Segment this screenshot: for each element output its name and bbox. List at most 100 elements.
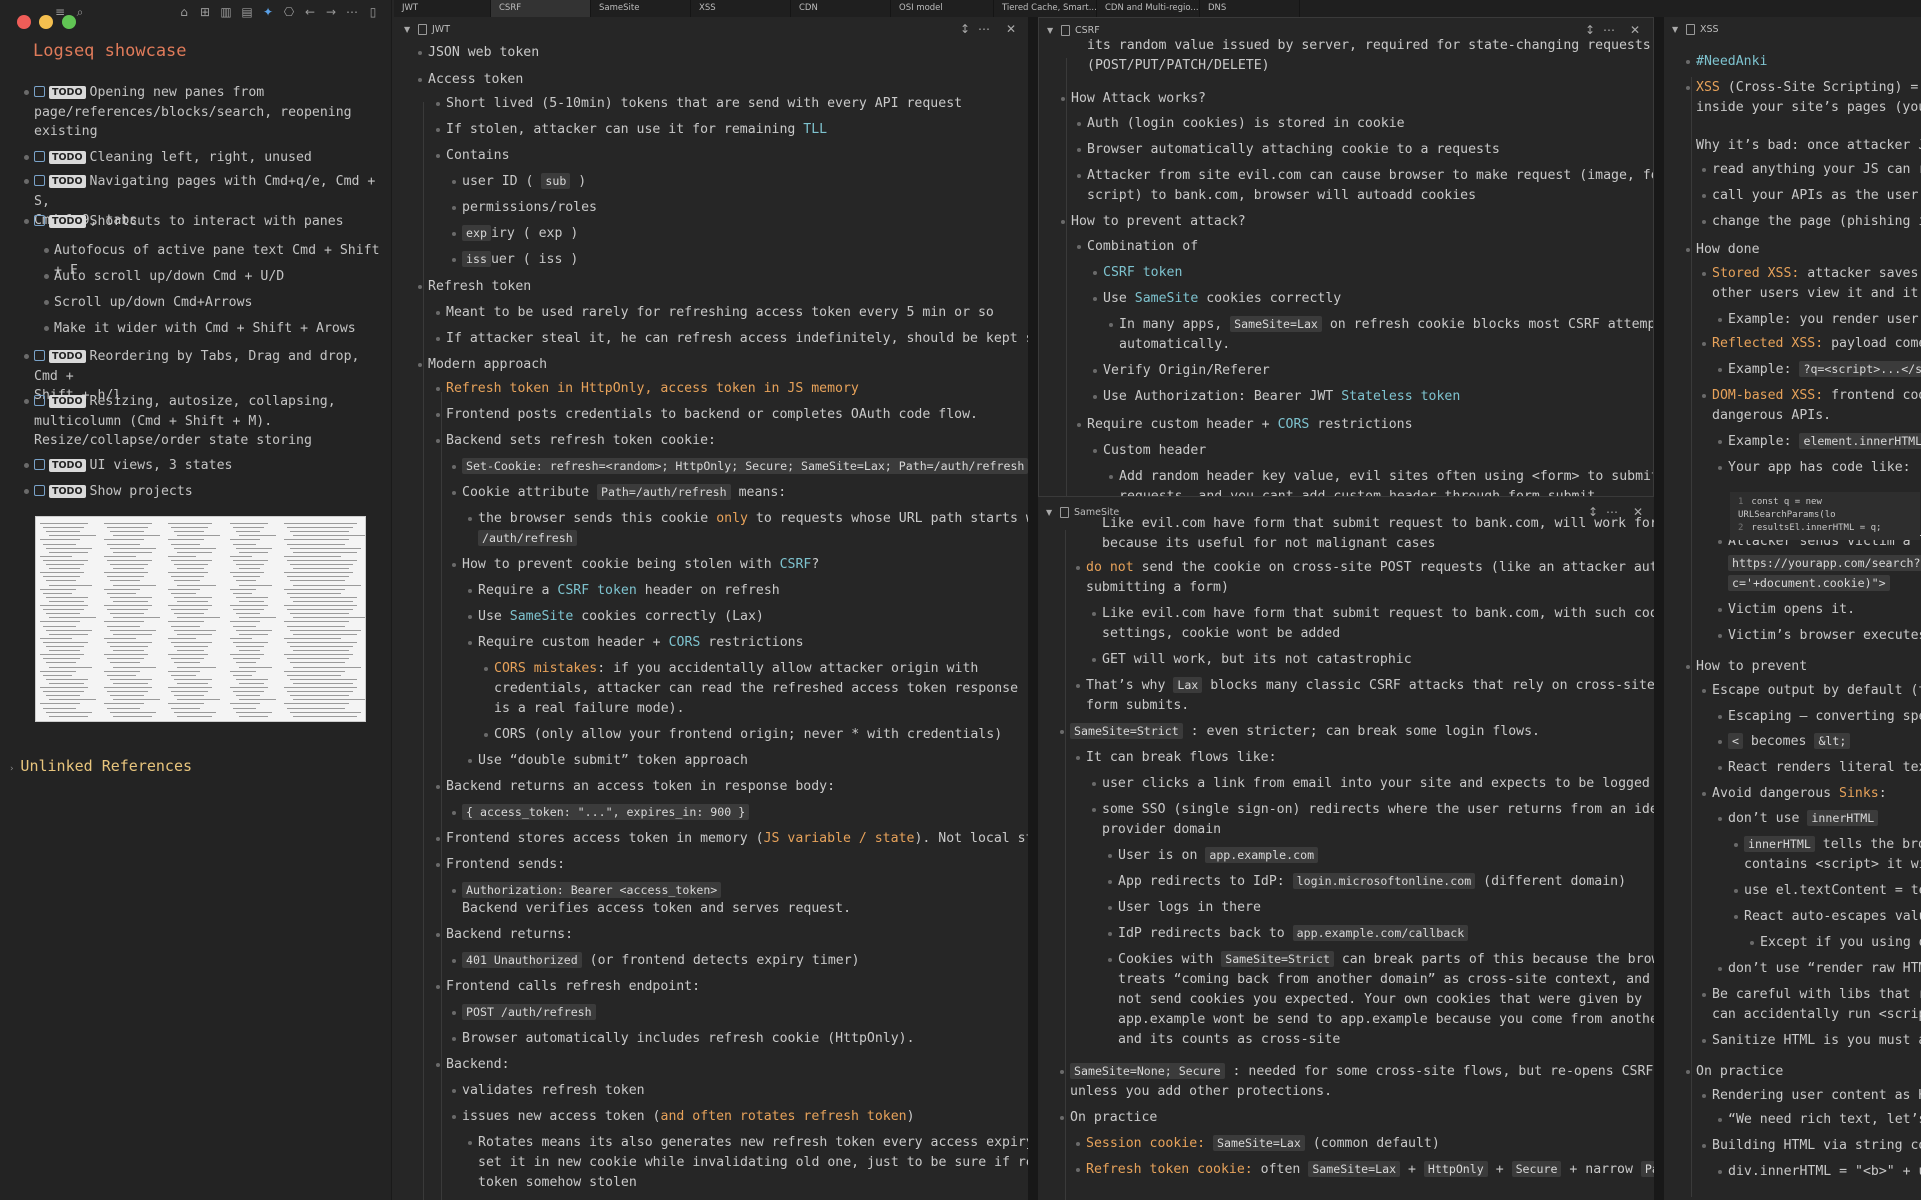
bullet[interactable] <box>452 258 456 262</box>
block-text[interactable]: Modern approach <box>418 355 547 374</box>
tab-6[interactable]: Tiered Cache, Smart... <box>994 0 1097 17</box>
block-text[interactable]: unless you add other protections. <box>1070 1082 1332 1101</box>
block-text[interactable]: submitting a form) <box>1086 578 1229 597</box>
block-text[interactable]: POST /auth/refresh <box>452 1003 596 1022</box>
collapse-icon[interactable]: ▼ <box>1046 508 1052 517</box>
tab-4[interactable]: CDN <box>791 0 891 17</box>
block-text[interactable]: Example: you render user co <box>1718 310 1921 329</box>
bullet[interactable] <box>1718 466 1722 470</box>
block-text[interactable]: XSS (Cross-Site Scripting) = a b <box>1686 78 1921 97</box>
block-text[interactable]: “We need rich text, let’s r <box>1718 1110 1921 1129</box>
bullet[interactable] <box>44 300 49 305</box>
sidebar-block[interactable]: TODO Cleaning left, right, unused <box>24 148 312 168</box>
checkbox[interactable] <box>34 86 45 97</box>
bullet[interactable] <box>1718 440 1722 444</box>
bullet[interactable] <box>1093 395 1097 399</box>
bullet[interactable] <box>468 517 472 521</box>
close-icon[interactable]: ✕ <box>1006 22 1016 36</box>
bullet[interactable] <box>452 491 456 495</box>
block-text[interactable]: In many apps, SameSite=Lax on refresh co… <box>1109 315 1653 334</box>
sidebar-block[interactable]: Auto scroll up/down Cmd + U/D <box>44 267 284 287</box>
bullet[interactable] <box>1076 1142 1080 1146</box>
pane-divider[interactable] <box>1654 17 1664 1200</box>
block-text[interactable]: automatically. <box>1119 335 1230 354</box>
sidebar-block[interactable]: Make it wider with Cmd + Shift + Arows <box>44 319 356 339</box>
block-text[interactable]: How done <box>1686 240 1760 259</box>
bullet[interactable] <box>1076 566 1080 570</box>
block-text[interactable]: Require a CSRF token header on refresh <box>468 581 780 600</box>
block-text[interactable]: Escaping – converting spec <box>1718 707 1921 726</box>
bullet[interactable] <box>1092 808 1096 812</box>
bullet[interactable] <box>418 363 422 367</box>
plugin-icon[interactable]: ✦ <box>260 5 276 19</box>
bullet[interactable] <box>452 465 456 469</box>
collapse-icon[interactable]: ▼ <box>1047 26 1053 35</box>
block-text[interactable]: If attacker steal it, he can refresh acc… <box>436 329 1028 348</box>
block-text[interactable]: Session cookie: SameSite=Lax (common def… <box>1076 1134 1440 1153</box>
bullet[interactable] <box>1702 194 1706 198</box>
block-text[interactable]: Refresh token <box>418 277 531 296</box>
block-text[interactable]: innerHTML tells the brow <box>1734 835 1921 854</box>
block-text[interactable]: Use “double submit” token approach <box>468 751 748 770</box>
bullet[interactable] <box>1718 634 1722 638</box>
bullet[interactable] <box>1734 889 1738 893</box>
bullet[interactable] <box>484 733 488 737</box>
block-text[interactable]: (POST/PUT/PATCH/DELETE) <box>1087 56 1270 75</box>
bullet[interactable] <box>1092 782 1096 786</box>
block-text[interactable]: dangerous APIs. <box>1712 406 1831 425</box>
block-text[interactable]: its random value issued by server, requi… <box>1087 36 1651 55</box>
bullet[interactable] <box>1702 394 1706 398</box>
block-text[interactable]: #NeedAnki <box>1686 52 1767 71</box>
block-text[interactable]: Access token <box>418 70 523 89</box>
block-text[interactable]: form submits. <box>1086 696 1189 715</box>
block-text[interactable]: Browser automatically includes refresh c… <box>452 1029 915 1048</box>
block-text[interactable]: React auto-escapes value <box>1734 907 1921 926</box>
bullet[interactable] <box>1686 86 1690 90</box>
block-text[interactable]: some SSO (single sign-on) redirects wher… <box>1092 800 1654 819</box>
block-text[interactable]: contains <script> it wil <box>1744 855 1921 874</box>
bullet[interactable] <box>1702 993 1706 997</box>
block-text[interactable]: Use Authorization: Bearer JWT Stateless … <box>1093 387 1460 406</box>
block-text[interactable]: User is on app.example.com <box>1108 846 1319 865</box>
block-text[interactable]: other users view it and it run <box>1712 284 1921 303</box>
bullet[interactable] <box>1060 1116 1064 1120</box>
block-text[interactable]: Why it’s bad: once attacker JS r <box>1696 136 1921 155</box>
block-text[interactable]: Attacker from site evil.com can cause br… <box>1077 166 1653 185</box>
bullet[interactable] <box>1718 368 1722 372</box>
block-text[interactable]: Cookie attribute Path=/auth/refresh mean… <box>452 483 786 502</box>
block-text[interactable]: Backend sets refresh token cookie: <box>436 431 716 450</box>
checkbox[interactable] <box>34 175 45 186</box>
bullet[interactable] <box>24 463 29 468</box>
block-text[interactable]: Sanitize HTML is you must acce <box>1702 1031 1921 1050</box>
bullet[interactable] <box>452 1089 456 1093</box>
bullet[interactable] <box>452 1115 456 1119</box>
more-icon[interactable]: ⋯ <box>1603 23 1615 37</box>
bullet[interactable] <box>24 354 29 359</box>
bullet[interactable] <box>1077 423 1081 427</box>
bullet[interactable] <box>1718 715 1722 719</box>
bullet[interactable] <box>436 337 440 341</box>
block-text[interactable]: can accidentally run <script> <box>1712 1005 1921 1024</box>
bullet[interactable] <box>418 51 422 55</box>
bullet[interactable] <box>452 811 456 815</box>
block-text[interactable]: Authorization: Bearer <access_token> <box>452 881 722 900</box>
block-text[interactable]: provider domain <box>1102 820 1221 839</box>
bullet[interactable] <box>44 274 49 279</box>
block-text[interactable]: SameSite=None; Secure : needed for some … <box>1060 1062 1654 1081</box>
close-window-button[interactable] <box>17 15 31 29</box>
block-text[interactable]: https://yourapp.com/search? <box>1728 554 1921 573</box>
bullet[interactable] <box>452 959 456 963</box>
sidebar-block[interactable]: TODO UI views, 3 states <box>24 456 232 476</box>
forward-arrow-icon[interactable]: → <box>323 5 339 19</box>
search-icon[interactable]: ⌕ <box>72 5 88 19</box>
bullet[interactable] <box>436 785 440 789</box>
bullet[interactable] <box>436 128 440 132</box>
block-text[interactable]: Like evil.com have form that submit requ… <box>1102 514 1654 533</box>
bullet[interactable] <box>1076 684 1080 688</box>
block-text[interactable]: Refresh token cookie: often SameSite=Lax… <box>1076 1160 1654 1179</box>
block-text[interactable]: Use SameSite cookies correctly (Lax) <box>468 607 764 626</box>
bullet[interactable] <box>1108 958 1112 962</box>
bullet[interactable] <box>1686 60 1690 64</box>
block-text[interactable]: How Attack works? <box>1061 89 1206 108</box>
block-text[interactable]: c='+document.cookie)"> <box>1728 574 1890 593</box>
